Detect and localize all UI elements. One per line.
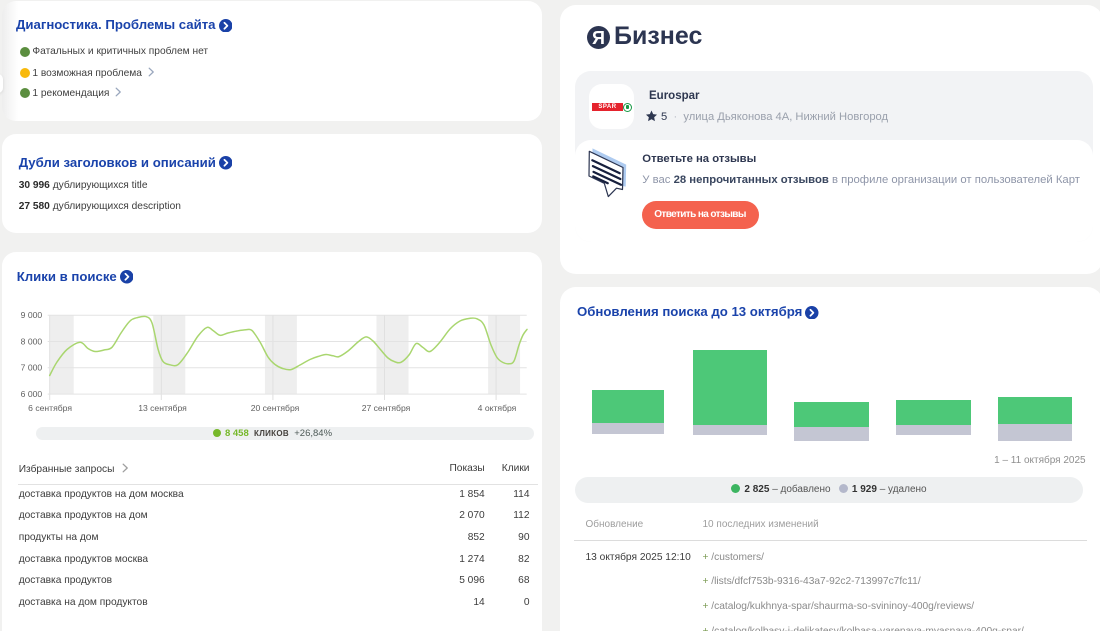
svg-text:9 000: 9 000: [21, 310, 43, 320]
svg-text:6 000: 6 000: [21, 389, 43, 399]
svg-text:7 000: 7 000: [21, 363, 43, 373]
svg-text:27 сентября: 27 сентября: [362, 403, 411, 413]
svg-text:4 октября: 4 октября: [478, 403, 517, 413]
svg-text:20 сентября: 20 сентября: [251, 403, 300, 413]
svg-text:8 000: 8 000: [21, 336, 43, 346]
svg-text:6 сентября: 6 сентября: [28, 403, 72, 413]
svg-text:13 сентября: 13 сентября: [138, 403, 187, 413]
